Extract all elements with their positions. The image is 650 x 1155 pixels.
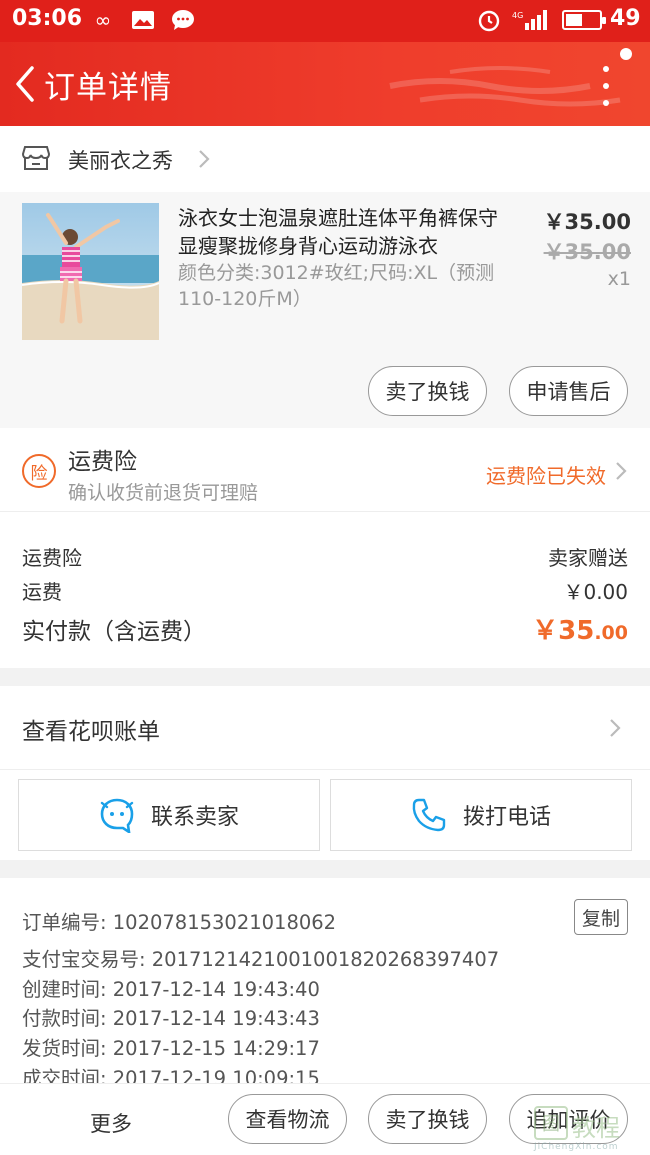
infinity-icon: ∞ (94, 8, 112, 32)
signal-4g-icon: 4G (512, 8, 552, 32)
watermark-url: JiChengXin.com (534, 1142, 619, 1152)
product-sku: 颜色分类:3012#玫红;尺码:XL（预测110-120斤M） (178, 262, 495, 310)
site-watermark: 图 教程 JiChengXin.com (534, 1106, 644, 1152)
page-title: 订单详情 (44, 70, 172, 106)
call-phone-button[interactable]: 拨打电话 (330, 779, 632, 851)
insurance-title: 运费险 (68, 449, 137, 475)
product-title[interactable]: 泳衣女士泡温泉遮肚连体平角裤保守显瘦聚拢修身背心运动游泳衣 (178, 204, 513, 260)
paid-time: 付款时间: 2017-12-14 19:43:43 (22, 1007, 320, 1030)
copy-button[interactable]: 复制 (574, 899, 628, 935)
sell-for-cash-button[interactable]: 卖了换钱 (368, 366, 487, 416)
total-paid-label: 实付款（含运费） (22, 619, 206, 645)
status-time: 03:06 (12, 6, 83, 31)
order-number: 订单编号: 102078153021018062 (22, 911, 337, 934)
sell-for-cash-bottom-button[interactable]: 卖了换钱 (368, 1094, 487, 1144)
chevron-right-icon (610, 719, 621, 737)
created-time: 创建时间: 2017-12-14 19:43:40 (22, 978, 320, 1001)
total-paid-value: ￥35.00 (532, 610, 628, 647)
chevron-right-icon (616, 462, 627, 480)
message-icon (170, 8, 196, 32)
total-paid-decimal: .00 (594, 622, 628, 644)
contact-row: 联系卖家 拨打电话 (0, 770, 650, 860)
product-quantity: x1 (607, 268, 631, 290)
shop-name[interactable]: 美丽衣之秀 (68, 145, 173, 175)
network-type-label: 4G (512, 11, 523, 20)
chat-bubble-icon (100, 798, 134, 833)
contact-seller-button[interactable]: 联系卖家 (18, 779, 320, 851)
insurance-fee-value: 卖家赠送 (548, 546, 628, 570)
shipping-fee-value: ￥0.00 (563, 580, 628, 604)
back-arrow-icon[interactable] (10, 64, 40, 104)
watermark-text: 教程 (572, 1114, 620, 1142)
apply-aftersale-button[interactable]: 申请售后 (509, 366, 628, 416)
store-icon (22, 146, 50, 170)
product-item[interactable]: 泳衣女士泡温泉遮肚连体平角裤保守显瘦聚拢修身背心运动游泳衣 颜色分类:3012#… (0, 192, 650, 428)
alipay-trade-number: 支付宝交易号: 2017121421001001820268397407 (22, 948, 500, 971)
huabei-bill-row[interactable]: 查看花呗账单 (0, 686, 650, 770)
notification-dot (620, 48, 632, 60)
watermark-logo: 图 (534, 1106, 568, 1140)
battery-percent: 49 (610, 6, 641, 31)
more-link[interactable]: 更多 (90, 1108, 132, 1138)
product-thumbnail[interactable] (22, 203, 159, 340)
more-menu-icon[interactable] (596, 66, 616, 106)
order-info: 订单编号: 102078153021018062 复制 支付宝交易号: 2017… (0, 878, 650, 1090)
insurance-badge-icon: 险 (22, 454, 56, 488)
view-logistics-button[interactable]: 查看物流 (228, 1094, 347, 1144)
status-bar: 03:06 ∞ 4G 49 (0, 0, 650, 42)
chevron-right-icon (199, 150, 210, 168)
product-original-price: ￥35.00 (543, 240, 631, 264)
top-nav-bar: 订单详情 (0, 42, 650, 126)
battery-icon (562, 10, 606, 30)
shop-row[interactable]: 美丽衣之秀 (0, 126, 650, 192)
call-phone-label: 拨打电话 (462, 805, 551, 830)
image-notification-icon (130, 8, 156, 32)
phone-icon (412, 798, 446, 832)
cost-summary: 运费险 卖家赠送 运费 ￥0.00 实付款（含运费） ￥35.00 (0, 512, 650, 668)
shipping-insurance-row[interactable]: 险 运费险 确认收货前退货可理赔 运费险已失效 (0, 428, 650, 512)
shipped-time: 发货时间: 2017-12-15 14:29:17 (22, 1037, 320, 1060)
product-price: ￥35.00 (543, 210, 631, 234)
shipping-fee-label: 运费 (22, 580, 62, 604)
insurance-subtitle: 确认收货前退货可理赔 (68, 482, 259, 504)
total-paid-integer: ￥35 (532, 616, 595, 646)
contact-seller-label: 联系卖家 (150, 805, 239, 830)
insurance-fee-label: 运费险 (22, 546, 82, 570)
insurance-status[interactable]: 运费险已失效 (486, 460, 606, 489)
huabei-bill-label[interactable]: 查看花呗账单 (22, 712, 160, 746)
alarm-icon (476, 8, 502, 32)
